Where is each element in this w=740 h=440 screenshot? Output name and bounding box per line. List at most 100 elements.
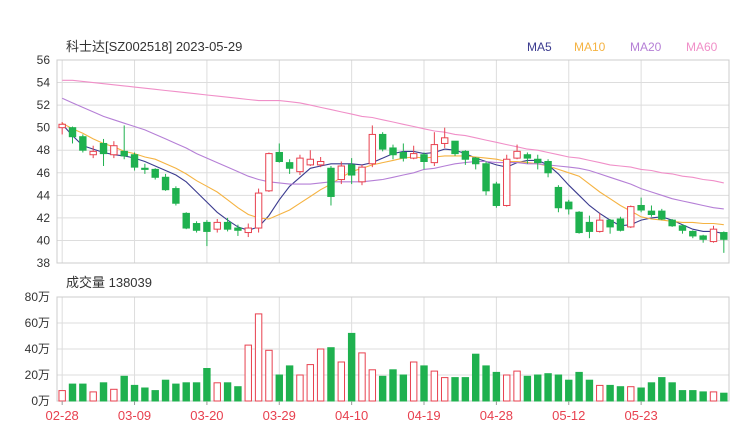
candle — [658, 208, 666, 221]
candle-body — [254, 192, 263, 229]
candle-body — [58, 123, 66, 129]
volume-bar — [347, 332, 356, 402]
legend-ma20: MA20 — [630, 40, 662, 54]
candle-body — [130, 154, 139, 168]
volume-bar — [565, 379, 573, 402]
price-tick-label: 42 — [37, 211, 51, 225]
candle-body — [492, 183, 501, 206]
ma-line-ma60 — [62, 79, 724, 184]
candle — [430, 132, 439, 167]
candle-body — [296, 157, 304, 173]
candle — [182, 212, 190, 230]
candle — [637, 197, 645, 213]
volume-tick-label: 40万 — [25, 342, 50, 356]
candle-body — [647, 210, 656, 216]
volume-bar — [89, 391, 97, 402]
candle-body — [482, 163, 490, 192]
candle — [709, 225, 718, 243]
candle-body — [347, 164, 356, 176]
candle-body — [89, 150, 97, 156]
candle-body — [565, 201, 573, 210]
candle-body — [585, 221, 594, 232]
candle-body — [172, 188, 180, 204]
candle — [296, 154, 304, 176]
date-tick-label: 05-23 — [624, 408, 657, 423]
candle — [347, 158, 356, 185]
candle — [596, 213, 604, 233]
candle — [306, 150, 314, 167]
candle — [389, 144, 397, 160]
volume-bar — [316, 348, 325, 402]
volume-bar — [596, 384, 604, 402]
candle-body — [316, 161, 325, 166]
candle — [678, 224, 687, 234]
volume-bar — [130, 384, 139, 402]
volume-bar — [647, 382, 656, 402]
candle — [337, 161, 346, 185]
candle-body — [658, 210, 666, 220]
candle-body — [203, 221, 211, 232]
date-tick-label: 04-10 — [335, 408, 368, 423]
volume-bar — [668, 382, 676, 402]
candle — [68, 126, 77, 144]
candle-body — [399, 151, 408, 159]
volume-bar — [585, 379, 594, 402]
candle-body — [575, 211, 583, 234]
chart-title: 科士达[SZ002518] 2023-05-29 — [66, 39, 242, 54]
price-axis: 56 54 52 50 48 46 44 42 40 38 — [37, 53, 51, 270]
candle-body — [534, 158, 542, 164]
candle — [689, 230, 697, 239]
candle — [409, 145, 418, 160]
price-tick-label: 56 — [37, 53, 51, 67]
candle — [130, 152, 139, 171]
candle — [420, 152, 428, 170]
candle-body — [378, 133, 387, 150]
volume-bar — [192, 382, 201, 402]
volume-bar — [678, 390, 687, 402]
price-tick-label: 54 — [37, 76, 51, 90]
candle-body — [461, 150, 470, 160]
legend-ma5: MA5 — [527, 40, 552, 54]
candle-body — [368, 133, 377, 165]
candle — [585, 215, 594, 239]
candle-body — [223, 221, 232, 230]
volume-bar — [99, 382, 108, 402]
candle-body — [141, 167, 149, 170]
candle — [544, 159, 552, 178]
volume-tick-label: 60万 — [25, 316, 50, 330]
volume-bar — [720, 392, 728, 402]
volume-bar — [79, 383, 87, 402]
date-tick-label: 04-28 — [480, 408, 513, 423]
date-tick-label: 02-28 — [46, 408, 79, 423]
candle-body — [409, 153, 418, 159]
volume-bar — [544, 373, 552, 402]
candle-body — [472, 157, 480, 165]
candle-body — [99, 142, 108, 155]
candle-body — [234, 227, 242, 231]
candle — [606, 219, 614, 234]
candle-body — [699, 235, 707, 240]
date-tick-label: 03-20 — [190, 408, 223, 423]
candle — [575, 211, 583, 234]
volume-bar — [616, 386, 625, 402]
candle — [554, 185, 563, 213]
volume-bar — [689, 390, 697, 402]
candle-body — [689, 230, 697, 237]
volume-bar — [451, 377, 459, 402]
candle — [358, 164, 366, 186]
candle — [223, 217, 232, 232]
candle-body — [285, 162, 294, 169]
candle — [161, 173, 170, 191]
volume-bar — [554, 374, 563, 402]
volume-bar — [203, 368, 211, 402]
volume-bar — [285, 365, 294, 402]
volume-bar — [161, 379, 170, 402]
volume-bar — [234, 386, 242, 402]
volume-bar — [296, 374, 304, 402]
ma-line-ma10 — [61, 122, 724, 226]
volume-bar — [141, 387, 149, 402]
candle-body — [627, 206, 635, 228]
candle-body — [151, 168, 159, 178]
candle — [492, 181, 501, 208]
date-axis: 02-28 03-09 03-20 03-29 04-10 04-19 04-28 05-12… — [46, 401, 658, 423]
